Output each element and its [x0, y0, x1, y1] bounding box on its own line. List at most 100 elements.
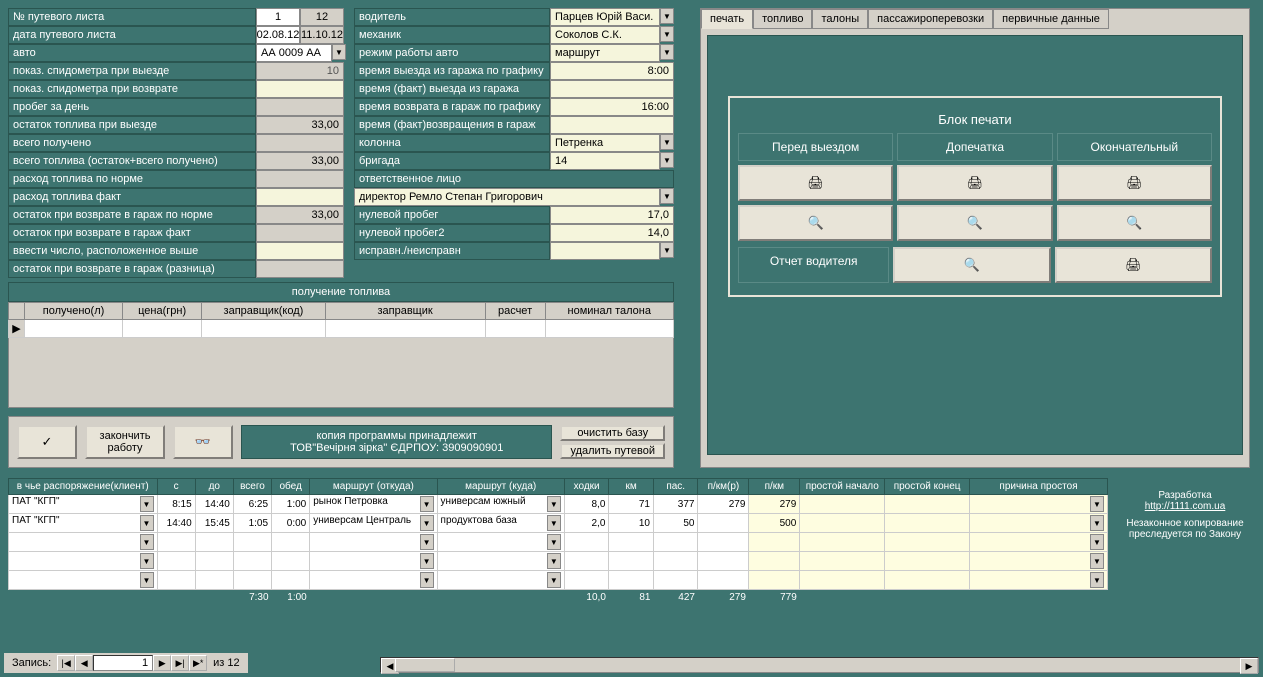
- label-fakt: расход топлива факт: [8, 188, 256, 206]
- kolonna-combo[interactable]: Петренка: [550, 134, 660, 152]
- preview-btn-2[interactable]: 🔍: [897, 205, 1052, 241]
- col-cena: цена(грн): [123, 303, 202, 320]
- bh-pe: простой конец: [885, 479, 970, 495]
- clear-db-button[interactable]: очистить базу: [560, 425, 665, 441]
- bottom-row-empty2[interactable]: ▼ ▼ ▼ ▼: [9, 552, 1108, 571]
- search-button[interactable]: 👓: [173, 425, 233, 459]
- printer-icon: 🖨: [1126, 175, 1143, 191]
- label-probeg: пробег за день: [8, 98, 256, 116]
- chevron-down-icon[interactable]: ▼: [660, 8, 674, 24]
- bottom-row-2[interactable]: ПАТ "КГП"▼ 14:40 15:45 1:05 0:00 универс…: [9, 514, 1108, 533]
- chevron-down-icon[interactable]: ▼: [660, 188, 674, 204]
- finish-button[interactable]: закончить работу: [85, 425, 165, 459]
- bh-obed: обед: [272, 479, 310, 495]
- in-fact[interactable]: [550, 116, 674, 134]
- col-nominal: номинал талона: [545, 303, 673, 320]
- label-vvesti: ввести число, расположенное выше: [8, 242, 256, 260]
- label-ost-fakt: остаток при возврате в гараж факт: [8, 224, 256, 242]
- fuel-out: 33,00: [256, 116, 344, 134]
- label-kolonna: колонна: [354, 134, 550, 152]
- report-preview-btn[interactable]: 🔍: [893, 247, 1050, 283]
- num1[interactable]: 1: [256, 8, 300, 26]
- bottom-grid: в чье распоряжение(клиент) с до всего об…: [8, 478, 1108, 605]
- bh-rfrom: маршрут (откуда): [310, 479, 437, 495]
- nav-label: Запись:: [6, 657, 57, 669]
- print-title: Блок печати: [738, 106, 1212, 133]
- delete-button[interactable]: удалить путевой: [560, 443, 665, 459]
- bottom-row-empty3[interactable]: ▼ ▼ ▼ ▼: [9, 571, 1108, 590]
- tab-pass[interactable]: пассажироперевозки: [868, 9, 993, 29]
- tab-talony[interactable]: талоны: [812, 9, 868, 29]
- vvesti[interactable]: [256, 242, 344, 260]
- mechanic-combo[interactable]: Соколов С.К.: [550, 26, 660, 44]
- tab-print[interactable]: печать: [701, 9, 753, 29]
- preview-btn-1[interactable]: 🔍: [738, 205, 893, 241]
- scroll-right[interactable]: ▶: [1240, 658, 1258, 674]
- label-nul2: нулевой пробег2: [354, 224, 550, 242]
- chevron-down-icon[interactable]: ▼: [660, 26, 674, 42]
- nav-next[interactable]: ▶: [153, 655, 171, 671]
- label-in-plan: время возврата в гараж по графику: [354, 98, 550, 116]
- copyright-box: копия программы принадлежит ТОВ"Вечірня …: [241, 425, 552, 459]
- resp-combo[interactable]: директор Ремло Степан Григорович: [354, 188, 660, 206]
- nul1[interactable]: 17,0: [550, 206, 674, 224]
- chevron-down-icon[interactable]: ▼: [660, 152, 674, 168]
- ost-fakt: [256, 224, 344, 242]
- mode-combo[interactable]: маршрут: [550, 44, 660, 62]
- print-btn-3[interactable]: 🖨: [1057, 165, 1212, 201]
- nav-prev[interactable]: ◀: [75, 655, 93, 671]
- fakt[interactable]: [256, 188, 344, 206]
- h-scrollbar[interactable]: ◀ ▶: [380, 657, 1259, 673]
- spido-in[interactable]: [256, 80, 344, 98]
- nav-new[interactable]: ▶*: [189, 655, 207, 671]
- nul2[interactable]: 14,0: [550, 224, 674, 242]
- label-nul1: нулевой пробег: [354, 206, 550, 224]
- in-plan[interactable]: 16:00: [550, 98, 674, 116]
- date2: 11.10.12: [300, 26, 344, 44]
- fuel-table: получено(л) цена(грн) заправщик(код) зап…: [8, 302, 674, 408]
- nav-first[interactable]: |◀: [57, 655, 75, 671]
- poluch: [256, 134, 344, 152]
- col-polucheno: получено(л): [25, 303, 123, 320]
- label-razn: остаток при возврате в гараж (разница): [8, 260, 256, 278]
- bottom-row-empty[interactable]: ▼ ▼ ▼ ▼: [9, 533, 1108, 552]
- norma: [256, 170, 344, 188]
- preview-btn-3[interactable]: 🔍: [1057, 205, 1212, 241]
- driver-combo[interactable]: Парцев Юрій Васи.: [550, 8, 660, 26]
- auto-combo[interactable]: АА 0009 АА: [256, 44, 332, 62]
- scroll-thumb[interactable]: [395, 658, 455, 672]
- report-print-btn[interactable]: 🖨: [1055, 247, 1212, 283]
- record-nav: Запись: |◀ ◀ ▶ ▶| ▶* из 12: [4, 653, 248, 673]
- nav-of: из 12: [207, 657, 245, 669]
- credits-link[interactable]: http://1111.com.ua: [1145, 501, 1226, 512]
- nav-last[interactable]: ▶|: [171, 655, 189, 671]
- bh-rto: маршрут (куда): [437, 479, 564, 495]
- left-form-panel: № путевого листа 1 12 водитель Парцев Юр…: [8, 8, 678, 468]
- col-zapr-kod: заправщик(код): [202, 303, 325, 320]
- chevron-down-icon[interactable]: ▼: [660, 134, 674, 150]
- tab-fuel[interactable]: топливо: [753, 9, 812, 29]
- print-btn-2[interactable]: 🖨: [897, 165, 1052, 201]
- isprav-combo[interactable]: [550, 242, 660, 260]
- label-in-fact: время (факт)возвращения в гараж: [354, 116, 550, 134]
- brigada-combo[interactable]: 14: [550, 152, 660, 170]
- out-fact[interactable]: [550, 80, 674, 98]
- confirm-button[interactable]: ✓: [17, 425, 77, 459]
- date1[interactable]: 02.08.12: [256, 26, 300, 44]
- out-plan[interactable]: 8:00: [550, 62, 674, 80]
- bh-total: всего: [233, 479, 271, 495]
- right-tabs: печать топливо талоны пассажироперевозки…: [700, 8, 1250, 468]
- print-h1: Перед выездом: [738, 133, 893, 161]
- chevron-down-icon[interactable]: ▼: [660, 242, 674, 258]
- chevron-down-icon[interactable]: ▼: [332, 44, 346, 60]
- nav-current[interactable]: [93, 655, 153, 671]
- search-icon: 🔍: [967, 215, 983, 231]
- probeg: [256, 98, 344, 116]
- fuel-row-empty[interactable]: ▶: [9, 320, 674, 338]
- copyright-1: копия программы принадлежит: [316, 430, 476, 442]
- print-btn-1[interactable]: 🖨: [738, 165, 893, 201]
- bottom-row-1[interactable]: ПАТ "КГП"▼ 8:15 14:40 6:25 1:00 рынок Пе…: [9, 495, 1108, 514]
- label-mode: режим работы авто: [354, 44, 550, 62]
- chevron-down-icon[interactable]: ▼: [660, 44, 674, 60]
- tab-primary[interactable]: первичные данные: [993, 9, 1109, 29]
